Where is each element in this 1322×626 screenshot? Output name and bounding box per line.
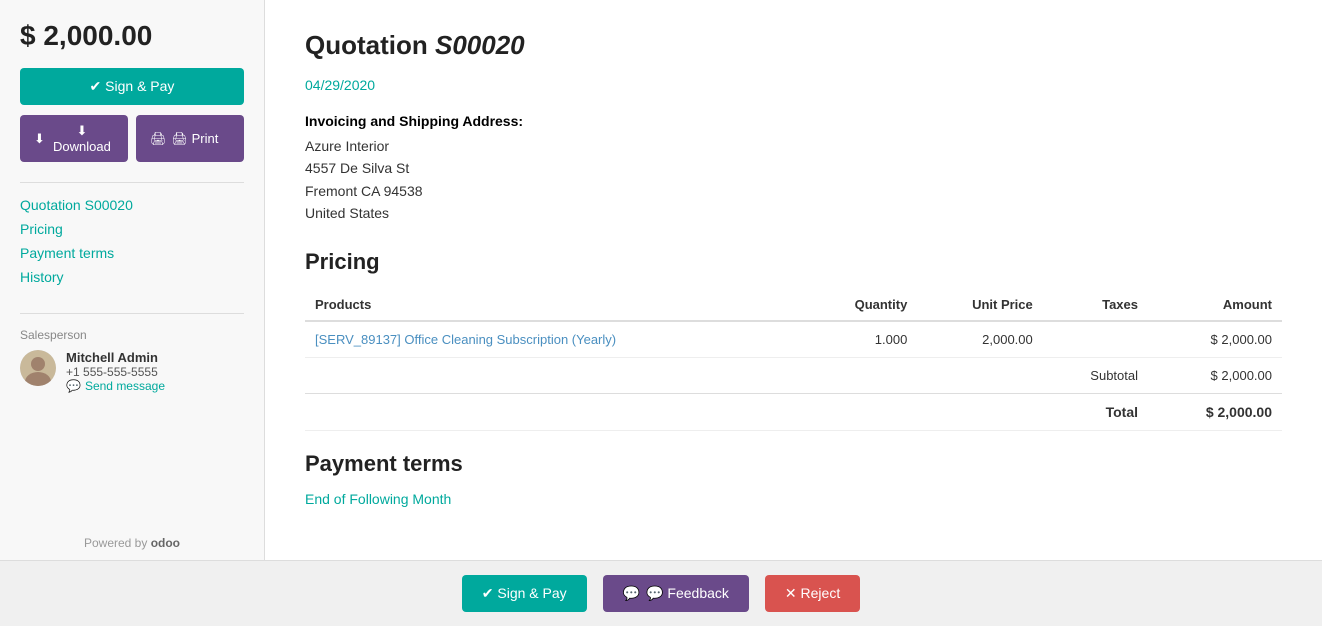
footer-bar: ✔ Sign & Pay 💬 💬 Feedback ✕ Reject	[0, 560, 1322, 626]
salesperson-details: Mitchell Admin +1 555-555-5555 💬 Send me…	[66, 350, 165, 393]
footer-feedback-button[interactable]: 💬 💬 Feedback	[603, 575, 749, 612]
sidebar: $ 2,000.00 ✔ Sign & Pay ⬇ ⬇ Download 🖨 🖨…	[0, 0, 265, 560]
address-line-3: Fremont CA 94538	[305, 180, 1282, 202]
sign-pay-button-sidebar[interactable]: ✔ Sign & Pay	[20, 68, 244, 105]
pricing-title: Pricing	[305, 249, 1282, 275]
quotation-title-id: S00020	[435, 30, 525, 60]
col-amount: Amount	[1148, 289, 1282, 321]
send-message-link[interactable]: 💬 Send message	[66, 379, 165, 393]
print-icon: 🖨	[150, 131, 167, 147]
col-quantity: Quantity	[804, 289, 917, 321]
table-row: [SERV_89137] Office Cleaning Subscriptio…	[305, 321, 1282, 358]
payment-terms-title: Payment terms	[305, 451, 1282, 477]
feedback-label: 💬 Feedback	[646, 585, 729, 602]
product-link[interactable]: [SERV_89137] Office Cleaning Subscriptio…	[315, 332, 616, 347]
product-name: [SERV_89137] Office Cleaning Subscriptio…	[305, 321, 804, 358]
payment-terms-value: End of Following Month	[305, 491, 1282, 507]
chat-bubble-icon: 💬	[623, 585, 640, 602]
product-unit-price: 2,000.00	[917, 321, 1042, 358]
quotation-date: 04/29/2020	[305, 77, 1282, 93]
sidebar-item-quotation[interactable]: Quotation S00020	[20, 197, 244, 213]
quotation-title-prefix: Quotation	[305, 30, 435, 60]
product-quantity: 1.000	[804, 321, 917, 358]
total-value: $ 2,000.00	[1148, 393, 1282, 430]
footer-sign-pay-button[interactable]: ✔ Sign & Pay	[462, 575, 587, 612]
main-content: Quotation S00020 04/29/2020 Invoicing an…	[265, 0, 1322, 560]
product-taxes	[1043, 321, 1148, 358]
address-label: Invoicing and Shipping Address:	[305, 113, 1282, 129]
chat-icon: 💬	[66, 379, 81, 393]
odoo-brand: odoo	[151, 536, 180, 550]
col-taxes: Taxes	[1043, 289, 1148, 321]
total-label: Total	[1043, 393, 1148, 430]
address-line-4: United States	[305, 202, 1282, 224]
address-line-2: 4557 De Silva St	[305, 157, 1282, 179]
pricing-table: Products Quantity Unit Price Taxes Amoun…	[305, 289, 1282, 431]
table-header-row: Products Quantity Unit Price Taxes Amoun…	[305, 289, 1282, 321]
salesperson-label: Salesperson	[20, 328, 244, 342]
sidebar-item-pricing[interactable]: Pricing	[20, 221, 244, 237]
avatar	[20, 350, 56, 386]
col-products: Products	[305, 289, 804, 321]
payment-terms-section: Payment terms End of Following Month	[305, 451, 1282, 507]
footer-reject-button[interactable]: ✕ Reject	[765, 575, 860, 612]
subtotal-label: Subtotal	[1043, 357, 1148, 393]
download-icon: ⬇	[34, 131, 45, 147]
quotation-title: Quotation S00020	[305, 30, 1282, 61]
sidebar-item-payment-terms[interactable]: Payment terms	[20, 245, 244, 261]
powered-by: Powered by odoo	[20, 516, 244, 550]
salesperson-info: Mitchell Admin +1 555-555-5555 💬 Send me…	[20, 350, 244, 393]
send-message-label: Send message	[85, 379, 165, 393]
download-button[interactable]: ⬇ ⬇ Download	[20, 115, 128, 162]
address-section: Invoicing and Shipping Address: Azure In…	[305, 113, 1282, 225]
subtotal-row: Subtotal $ 2,000.00	[305, 357, 1282, 393]
sidebar-amount: $ 2,000.00	[20, 20, 244, 52]
product-amount: $ 2,000.00	[1148, 321, 1282, 358]
sidebar-divider	[20, 313, 244, 314]
address-line-1: Azure Interior	[305, 135, 1282, 157]
total-row: Total $ 2,000.00	[305, 393, 1282, 430]
sidebar-nav: Quotation S00020 Pricing Payment terms H…	[20, 182, 244, 293]
sidebar-item-history[interactable]: History	[20, 269, 244, 285]
subtotal-value: $ 2,000.00	[1148, 357, 1282, 393]
address-lines: Azure Interior 4557 De Silva St Fremont …	[305, 135, 1282, 225]
col-unit-price: Unit Price	[917, 289, 1042, 321]
salesperson-phone: +1 555-555-5555	[66, 365, 165, 379]
salesperson-name: Mitchell Admin	[66, 350, 165, 365]
salesperson-section: Salesperson Mitchell Admin +1 555-555-55…	[20, 328, 244, 393]
print-label: 🖨 Print	[172, 131, 219, 147]
download-label: ⬇ Download	[50, 123, 114, 154]
print-button[interactable]: 🖨 🖨 Print	[136, 115, 244, 162]
